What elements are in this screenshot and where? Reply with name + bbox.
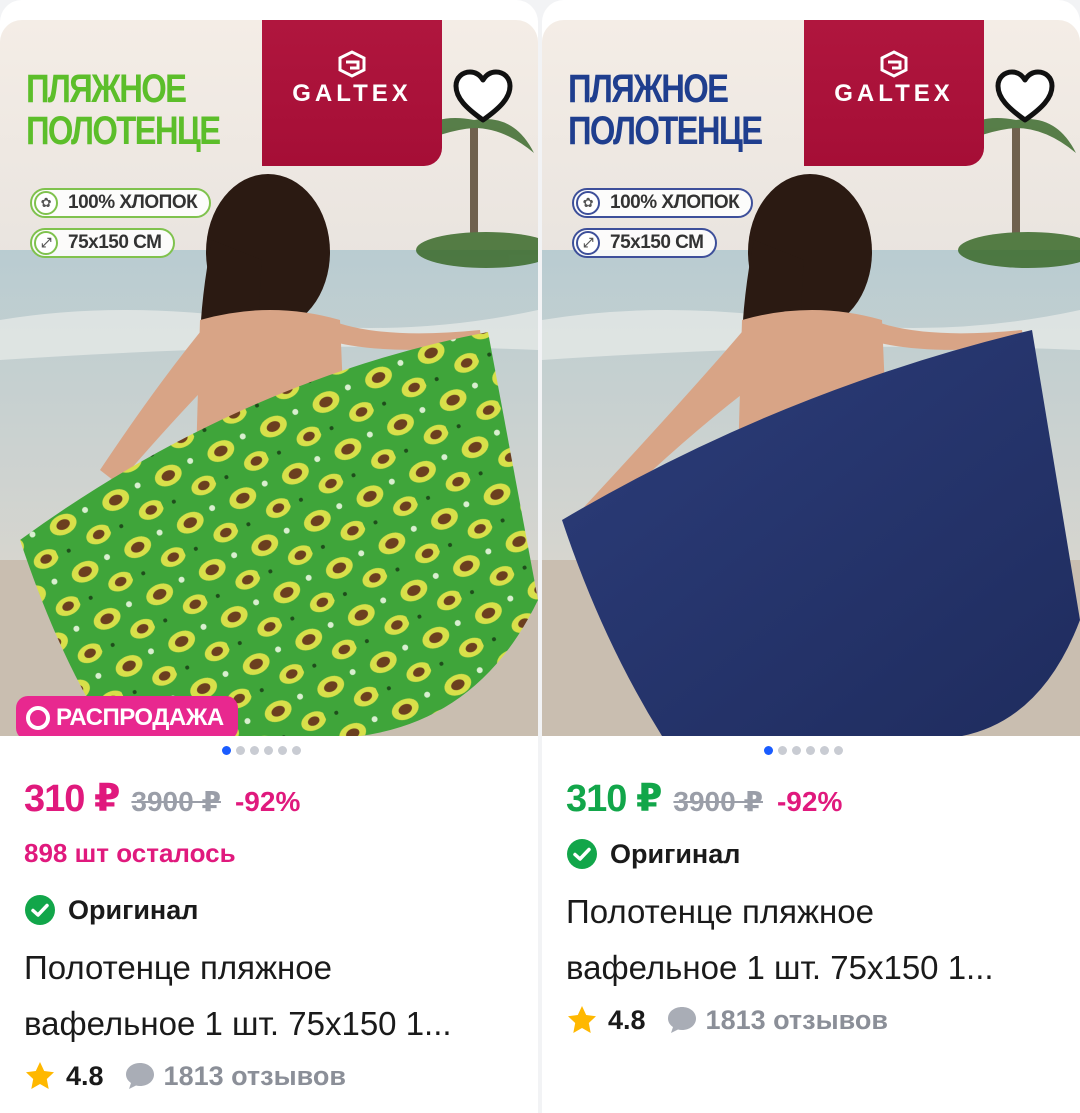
favorite-heart-icon[interactable] xyxy=(994,68,1056,126)
carousel-dot xyxy=(792,746,801,755)
carousel-dot xyxy=(778,746,787,755)
price-row: 310 ₽ 3900 ₽ -92% xyxy=(24,776,300,821)
feature-label: 75x150 СМ xyxy=(68,232,162,253)
rating-row: 4.8 1813 отзывов xyxy=(566,1004,888,1036)
resize-arrows-icon: ⤢ xyxy=(576,231,600,255)
feature-size: ⤢ 75x150 СМ xyxy=(30,228,176,258)
sale-badge-label: РАСПРОДАЖА xyxy=(56,704,224,731)
carousel-dots xyxy=(764,746,843,755)
star-icon xyxy=(26,1062,54,1089)
carousel-dot xyxy=(250,746,259,755)
reviews-count[interactable]: 1813 отзывов xyxy=(164,1061,346,1092)
old-price: 3900 ₽ xyxy=(131,786,221,817)
original-label: Оригинал xyxy=(610,838,741,869)
product-title[interactable]: Полотенце пляжное вафельное 1 шт. 75х150… xyxy=(566,884,1066,996)
favorite-heart-icon[interactable] xyxy=(452,68,514,126)
feature-cotton: ✿ 100% ХЛОПОК xyxy=(30,188,212,218)
original-badge: Оригинал xyxy=(24,894,198,926)
star-icon xyxy=(568,1006,596,1033)
rating-row: 4.8 1813 отзывов xyxy=(24,1060,346,1092)
feature-label: 75x150 СМ xyxy=(610,232,704,253)
carousel-dot xyxy=(236,746,245,755)
discount-percent: -92% xyxy=(776,786,843,817)
rating-value: 4.8 xyxy=(608,1004,646,1035)
reviews-count[interactable]: 1813 отзывов xyxy=(706,1005,888,1036)
sale-badge: РАСПРОДАЖА xyxy=(16,696,238,736)
check-circle-icon xyxy=(25,895,55,925)
promo-title: ПЛЯЖНОЕ ПОЛОТЕНЦЕ xyxy=(568,67,763,153)
sale-ring-icon xyxy=(26,706,50,730)
feature-label: 100% ХЛОПОК xyxy=(68,192,198,213)
current-price: 310 ₽ xyxy=(24,778,120,820)
galtex-logo-icon xyxy=(880,50,908,78)
old-price: 3900 ₽ xyxy=(673,786,763,817)
brand-name: GALTEX xyxy=(292,80,412,107)
feature-label: 100% ХЛОПОК xyxy=(610,192,740,213)
brand-logo-banner: GALTEX xyxy=(804,20,984,166)
stock-remaining: 898 шт осталось xyxy=(24,838,236,868)
product-title[interactable]: Полотенце пляжное вафельное 1 шт. 75х150… xyxy=(24,940,524,1052)
carousel-dot xyxy=(264,746,273,755)
carousel-dot xyxy=(806,746,815,755)
carousel-dot xyxy=(834,746,843,755)
price-row: 310 ₽ 3900 ₽ -92% xyxy=(566,776,842,821)
feature-cotton: ✿ 100% ХЛОПОК xyxy=(572,188,754,218)
carousel-dot xyxy=(292,746,301,755)
brand-name: GALTEX xyxy=(834,80,954,107)
current-price: 310 ₽ xyxy=(566,778,662,820)
brand-logo-banner: GALTEX xyxy=(262,20,442,166)
discount-percent: -92% xyxy=(234,786,301,817)
cotton-icon: ✿ xyxy=(576,191,600,215)
promo-title: ПЛЯЖНОЕ ПОЛОТЕНЦЕ xyxy=(26,67,221,153)
product-card[interactable]: GALTEX ПЛЯЖНОЕ ПОЛОТЕНЦЕ ✿ 100% ХЛОПОК ⤢… xyxy=(0,0,538,1113)
galtex-logo-icon xyxy=(338,50,366,78)
product-photo[interactable]: GALTEX ПЛЯЖНОЕ ПОЛОТЕНЦЕ ✿ 100% ХЛОПОК ⤢… xyxy=(542,20,1080,736)
carousel-dot xyxy=(278,746,287,755)
carousel-dot xyxy=(820,746,829,755)
original-label: Оригинал xyxy=(68,894,199,925)
comment-bubble-icon xyxy=(667,1007,696,1033)
product-photo[interactable]: GALTEX ПЛЯЖНОЕ ПОЛОТЕНЦЕ ✿ 100% ХЛОПОК ⤢… xyxy=(0,20,538,736)
rating-value: 4.8 xyxy=(66,1060,104,1091)
resize-arrows-icon: ⤢ xyxy=(34,231,58,255)
carousel-dots xyxy=(222,746,301,755)
original-badge: Оригинал xyxy=(566,838,740,870)
feature-size: ⤢ 75x150 СМ xyxy=(572,228,718,258)
carousel-dot xyxy=(222,746,231,755)
check-circle-icon xyxy=(567,839,597,869)
cotton-icon: ✿ xyxy=(34,191,58,215)
carousel-dot xyxy=(764,746,773,755)
product-card[interactable]: GALTEX ПЛЯЖНОЕ ПОЛОТЕНЦЕ ✿ 100% ХЛОПОК ⤢… xyxy=(542,0,1080,1113)
comment-bubble-icon xyxy=(125,1063,154,1089)
